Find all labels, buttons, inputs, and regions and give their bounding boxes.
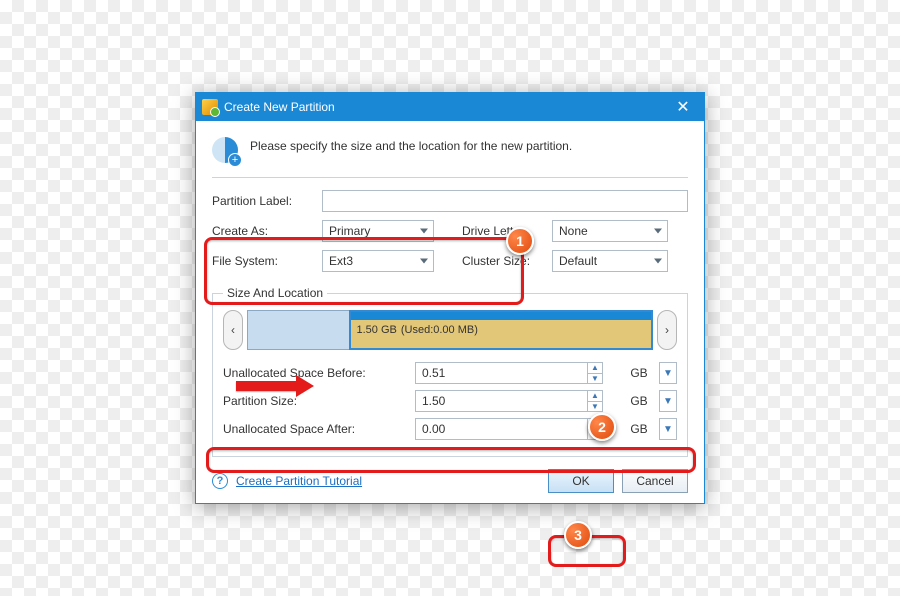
annotation-bubble-3: 3 bbox=[564, 521, 592, 549]
unit-unalloc-before: GB bbox=[621, 366, 657, 380]
drive-letter-combo[interactable]: None bbox=[552, 220, 668, 242]
unalloc-before-down[interactable]: ▼ bbox=[588, 374, 602, 384]
window-title: Create New Partition bbox=[224, 100, 335, 114]
unallocated-before-region[interactable] bbox=[247, 310, 349, 350]
unalloc-before-input[interactable] bbox=[416, 363, 587, 383]
create-as-combo[interactable]: Primary bbox=[322, 220, 434, 242]
titlebar: Create New Partition ✕ bbox=[196, 93, 704, 121]
partition-region-size: 1.50 GB bbox=[357, 324, 397, 336]
partition-size-spinner[interactable]: ▲ ▼ bbox=[415, 390, 603, 412]
label-create-as: Create As: bbox=[212, 224, 322, 238]
cancel-button[interactable]: Cancel bbox=[622, 469, 688, 493]
unit-unalloc-before-dd[interactable]: ▼ bbox=[659, 362, 677, 384]
label-unalloc-before: Unallocated Space Before: bbox=[223, 366, 413, 380]
unit-partition-size-dd[interactable]: ▼ bbox=[659, 390, 677, 412]
annotation-box-3 bbox=[548, 535, 626, 567]
unalloc-before-up[interactable]: ▲ bbox=[588, 363, 602, 374]
unalloc-after-down[interactable]: ▼ bbox=[588, 430, 602, 440]
unit-partition-size: GB bbox=[621, 394, 657, 408]
close-button[interactable]: ✕ bbox=[668, 97, 698, 117]
app-icon bbox=[202, 99, 218, 115]
unit-unalloc-after-dd[interactable]: ▼ bbox=[659, 418, 677, 440]
unalloc-after-spinner[interactable]: ▲ ▼ bbox=[415, 418, 603, 440]
unalloc-after-input[interactable] bbox=[416, 419, 587, 439]
size-and-location-group: Size And Location ‹ 1.50 GB (Used:0.00 M… bbox=[212, 286, 688, 457]
label-unalloc-after: Unallocated Space After: bbox=[223, 422, 413, 436]
create-partition-dialog: 1 2 3 Create New Partition ✕ + Please sp… bbox=[195, 92, 705, 504]
partition-region-used: (Used:0.00 MB) bbox=[401, 324, 478, 336]
partition-region[interactable]: 1.50 GB (Used:0.00 MB) bbox=[349, 310, 654, 350]
slider-right-handle[interactable]: › bbox=[657, 310, 677, 350]
intro-text: Please specify the size and the location… bbox=[250, 135, 572, 153]
partition-label-input[interactable] bbox=[322, 190, 688, 212]
file-system-combo[interactable]: Ext3 bbox=[322, 250, 434, 272]
unalloc-before-spinner[interactable]: ▲ ▼ bbox=[415, 362, 603, 384]
help-icon: ? bbox=[212, 473, 228, 489]
label-partition-label: Partition Label: bbox=[212, 194, 322, 208]
tutorial-link[interactable]: Create Partition Tutorial bbox=[236, 474, 362, 488]
unalloc-after-up[interactable]: ▲ bbox=[588, 419, 602, 430]
label-partition-size: Partition Size: bbox=[223, 394, 413, 408]
label-file-system: File System: bbox=[212, 254, 322, 268]
unit-unalloc-after: GB bbox=[621, 422, 657, 436]
slider-left-handle[interactable]: ‹ bbox=[223, 310, 243, 350]
partition-pie-icon: + bbox=[212, 137, 238, 163]
ok-button[interactable]: OK bbox=[548, 469, 614, 493]
partition-size-input[interactable] bbox=[416, 391, 587, 411]
size-and-location-legend: Size And Location bbox=[223, 286, 327, 300]
disk-track[interactable]: 1.50 GB (Used:0.00 MB) bbox=[247, 310, 653, 350]
partition-size-down[interactable]: ▼ bbox=[588, 402, 602, 412]
cluster-size-combo[interactable]: Default bbox=[552, 250, 668, 272]
partition-size-up[interactable]: ▲ bbox=[588, 391, 602, 402]
